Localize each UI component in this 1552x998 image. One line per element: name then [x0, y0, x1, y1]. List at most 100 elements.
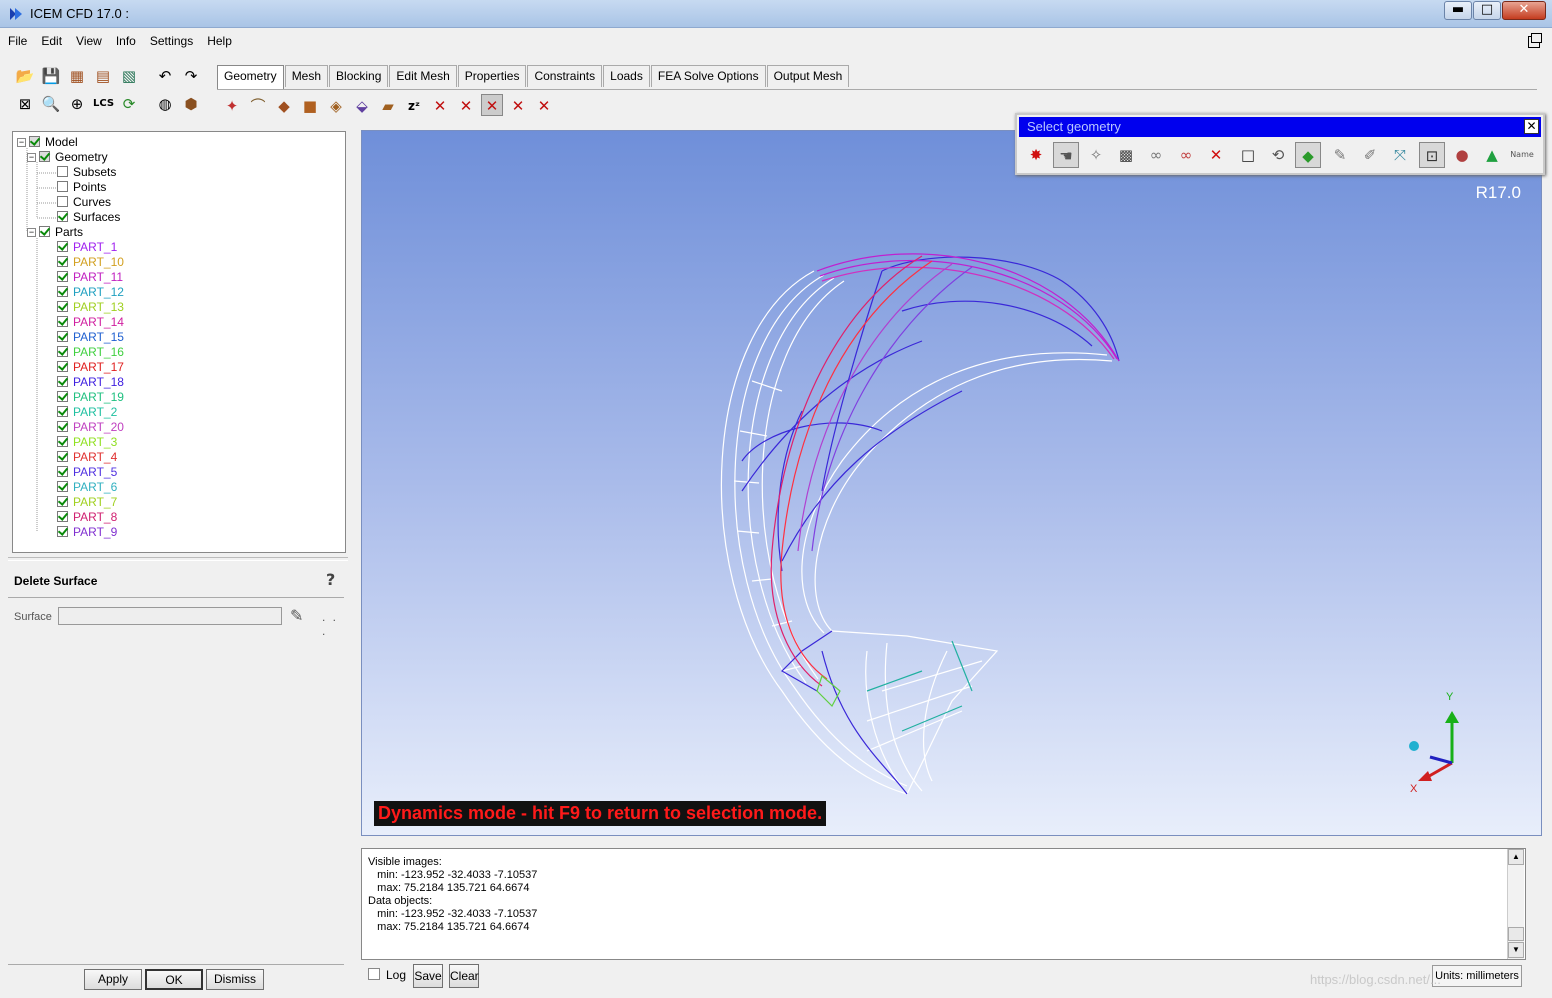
- part-checkbox[interactable]: [57, 436, 68, 447]
- collapse-icon[interactable]: −: [27, 228, 36, 237]
- menu-help[interactable]: Help: [207, 34, 232, 52]
- tree-node-part[interactable]: PART_14: [57, 315, 124, 330]
- scroll-down-icon[interactable]: ▼: [1508, 942, 1524, 958]
- tab-output-mesh[interactable]: Output Mesh: [766, 65, 850, 87]
- tab-mesh[interactable]: Mesh: [284, 65, 329, 87]
- select-by-color-icon[interactable]: ●: [1449, 142, 1475, 168]
- points-checkbox[interactable]: [57, 181, 68, 192]
- tree-node-part[interactable]: PART_17: [57, 360, 124, 375]
- part-checkbox[interactable]: [57, 451, 68, 462]
- box-select-icon[interactable]: □: [1235, 142, 1261, 168]
- tree-node-part[interactable]: PART_18: [57, 375, 124, 390]
- delete-curve-icon[interactable]: ✕: [455, 94, 477, 116]
- surfaces-checkbox[interactable]: [57, 211, 68, 222]
- tree-node-part[interactable]: PART_3: [57, 435, 117, 450]
- ok-button[interactable]: OK: [145, 969, 203, 990]
- tree-node-model[interactable]: − Model: [17, 135, 78, 150]
- delete-body-icon[interactable]: ✕: [507, 94, 529, 116]
- maximize-button[interactable]: □: [1473, 1, 1501, 20]
- help-icon[interactable]: ?: [326, 570, 335, 589]
- select-items-icon[interactable]: ☚: [1053, 142, 1079, 168]
- tab-blocking[interactable]: Blocking: [329, 65, 389, 87]
- collapse-icon[interactable]: −: [17, 138, 26, 147]
- fit-window-icon[interactable]: ⊠: [14, 92, 36, 114]
- close-icon[interactable]: ✕: [1524, 119, 1539, 134]
- delete-point-icon[interactable]: ✕: [429, 94, 451, 116]
- scroll-thumb[interactable]: [1508, 927, 1524, 941]
- part-checkbox[interactable]: [57, 511, 68, 522]
- part-checkbox[interactable]: [57, 376, 68, 387]
- zoom-box-icon[interactable]: 🔍: [40, 92, 62, 114]
- select-by-part-icon[interactable]: ✐: [1357, 142, 1383, 168]
- repair-geometry-icon[interactable]: ⬙: [351, 94, 373, 116]
- save-icon[interactable]: 💾: [40, 64, 62, 86]
- select-all-icon[interactable]: ✧: [1083, 142, 1109, 168]
- select-by-subset-icon[interactable]: ⤧: [1387, 142, 1413, 168]
- scroll-up-icon[interactable]: ▲: [1508, 849, 1524, 865]
- surface-input[interactable]: [58, 607, 282, 625]
- tab-constraints[interactable]: Constraints: [527, 65, 603, 87]
- tree-node-part[interactable]: PART_10: [57, 255, 124, 270]
- tree-node-geometry[interactable]: − Geometry: [27, 150, 108, 165]
- tab-fea-solve-options[interactable]: FEA Solve Options: [650, 65, 766, 87]
- open-geometry-icon[interactable]: ▦: [66, 64, 88, 86]
- tab-properties[interactable]: Properties: [457, 65, 527, 87]
- select-by-region-icon[interactable]: ⊡: [1419, 142, 1445, 168]
- apply-button[interactable]: Apply: [84, 969, 142, 990]
- restore-dormant-icon[interactable]: zᶻ: [403, 94, 425, 116]
- cancel-selection-icon[interactable]: ✕: [1203, 142, 1229, 168]
- part-checkbox[interactable]: [57, 481, 68, 492]
- solid-wire-icon[interactable]: ◍: [154, 92, 176, 114]
- tree-node-part[interactable]: PART_5: [57, 465, 117, 480]
- save-log-button[interactable]: Save: [413, 964, 443, 988]
- part-checkbox[interactable]: [57, 271, 68, 282]
- tree-node-part[interactable]: PART_7: [57, 495, 117, 510]
- tree-node-curves[interactable]: Curves: [57, 195, 111, 210]
- create-surface-icon[interactable]: ◆: [273, 94, 295, 116]
- minimize-button[interactable]: ▬: [1444, 1, 1472, 20]
- tree-node-part[interactable]: PART_12: [57, 285, 124, 300]
- part-checkbox[interactable]: [57, 406, 68, 417]
- graphics-viewport[interactable]: Y X R17.0 Dynamics mode - hit F9 to retu…: [361, 130, 1542, 836]
- undo-icon[interactable]: ↶: [154, 64, 176, 86]
- close-button[interactable]: ✕: [1502, 1, 1546, 20]
- part-checkbox[interactable]: [57, 256, 68, 267]
- part-checkbox[interactable]: [57, 466, 68, 477]
- tree-node-part[interactable]: PART_8: [57, 510, 117, 525]
- dismiss-button[interactable]: Dismiss: [206, 969, 264, 990]
- clear-log-button[interactable]: Clear: [449, 964, 479, 988]
- restore-window-icon[interactable]: [1528, 33, 1542, 48]
- model-checkbox[interactable]: [29, 136, 40, 147]
- select-surface-icon[interactable]: ✎: [290, 606, 312, 628]
- select-surfaces-icon[interactable]: ◆: [1295, 142, 1321, 168]
- menu-file[interactable]: File: [8, 34, 27, 52]
- more-options[interactable]: . . .: [322, 610, 348, 638]
- part-checkbox[interactable]: [57, 361, 68, 372]
- menu-view[interactable]: View: [76, 34, 102, 52]
- hidden-lines-icon[interactable]: ⬢: [180, 92, 202, 114]
- save-geometry-icon[interactable]: ▤: [92, 64, 114, 86]
- part-checkbox[interactable]: [57, 526, 68, 537]
- import-icon[interactable]: ▧: [118, 64, 140, 86]
- tree-node-subsets[interactable]: Subsets: [57, 165, 116, 180]
- panel-splitter[interactable]: [8, 557, 348, 561]
- part-checkbox[interactable]: [57, 346, 68, 357]
- tab-loads[interactable]: Loads: [603, 65, 650, 87]
- menu-info[interactable]: Info: [116, 34, 136, 52]
- curves-checkbox[interactable]: [57, 196, 68, 207]
- tree-node-part[interactable]: PART_20: [57, 420, 124, 435]
- collapse-icon[interactable]: −: [27, 153, 36, 162]
- select-points-icon[interactable]: ∞: [1143, 142, 1169, 168]
- tree-node-part[interactable]: PART_11: [57, 270, 123, 285]
- part-checkbox[interactable]: [57, 241, 68, 252]
- select-visible-icon[interactable]: ▩: [1113, 142, 1139, 168]
- measure-icon[interactable]: ⊕: [66, 92, 88, 114]
- part-checkbox[interactable]: [57, 391, 68, 402]
- open-folder-icon[interactable]: 📂: [14, 64, 36, 86]
- delete-surface-icon[interactable]: ✕: [481, 94, 503, 116]
- part-checkbox[interactable]: [57, 331, 68, 342]
- tree-node-points[interactable]: Points: [57, 180, 106, 195]
- menu-settings[interactable]: Settings: [150, 34, 193, 52]
- select-by-name-button[interactable]: Name: [1509, 142, 1535, 168]
- part-checkbox[interactable]: [57, 301, 68, 312]
